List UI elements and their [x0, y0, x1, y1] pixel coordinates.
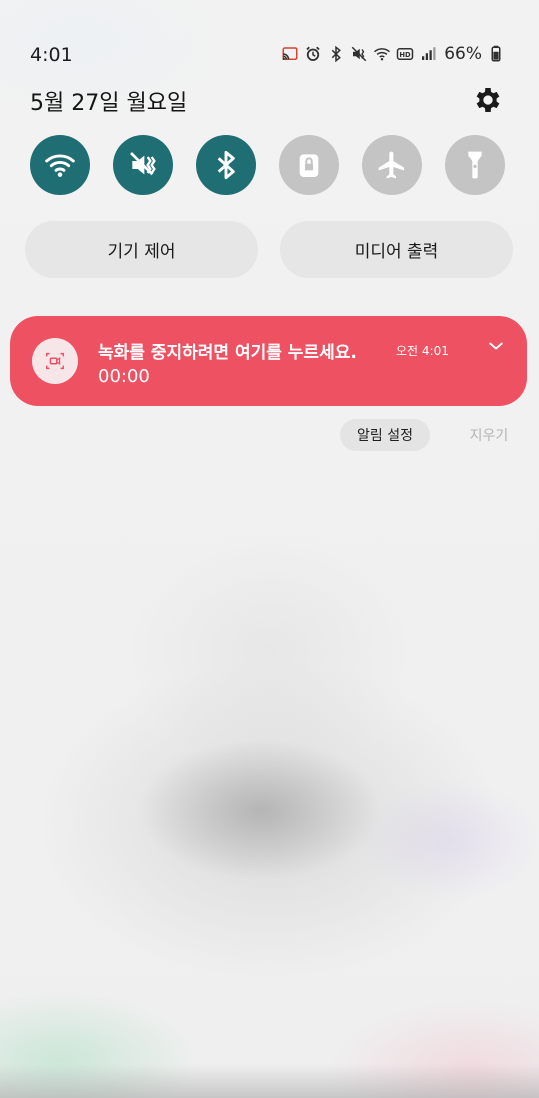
battery-icon [487, 45, 505, 63]
airplane-icon [378, 151, 404, 179]
clear-button[interactable]: 지우기 [458, 419, 520, 451]
flashlight-toggle[interactable] [445, 135, 505, 195]
svg-text:HD: HD [400, 51, 412, 59]
bluetooth-toggle[interactable] [196, 135, 256, 195]
wifi-icon [45, 154, 75, 177]
date-label: 5월 27일 월요일 [30, 91, 188, 116]
screen-recording-notification[interactable]: 녹화를 중지하려면 여기를 누르세요. 오전 4:01 00:00 [10, 316, 527, 406]
screen-record-icon [32, 338, 78, 384]
notification-time: 오전 4:01 [396, 344, 449, 358]
notification-settings-button[interactable]: 알림 설정 [340, 419, 430, 451]
battery-percent: 66% [444, 44, 482, 64]
chevron-down-icon[interactable] [486, 336, 506, 356]
screen-lock-toggle[interactable] [279, 135, 339, 195]
media-output-button[interactable]: 미디어 출력 [280, 221, 513, 278]
bluetooth-icon [327, 45, 345, 63]
vibrate-icon [350, 45, 368, 63]
cast-icon [281, 45, 299, 63]
lock-icon [299, 154, 319, 177]
status-icons: HD 66% [281, 44, 505, 64]
bluetooth-icon [217, 150, 235, 180]
quick-settings-row [0, 135, 539, 197]
notification-title: 녹화를 중지하려면 여기를 누르세요. [98, 343, 357, 363]
vibrate-toggle[interactable] [113, 135, 173, 195]
navigation-bar-area [0, 1064, 539, 1098]
recording-timer: 00:00 [98, 366, 150, 387]
flashlight-icon [468, 151, 482, 179]
alarm-icon [304, 45, 322, 63]
settings-gear-icon[interactable] [472, 84, 504, 116]
hd-icon: HD [396, 45, 414, 63]
airplane-toggle[interactable] [362, 135, 422, 195]
wifi-toggle[interactable] [30, 135, 90, 195]
device-control-button[interactable]: 기기 제어 [25, 221, 258, 278]
status-clock: 4:01 [30, 44, 73, 66]
signal-icon [419, 45, 437, 63]
wifi-icon [373, 45, 391, 63]
vibrate-icon [130, 152, 156, 176]
